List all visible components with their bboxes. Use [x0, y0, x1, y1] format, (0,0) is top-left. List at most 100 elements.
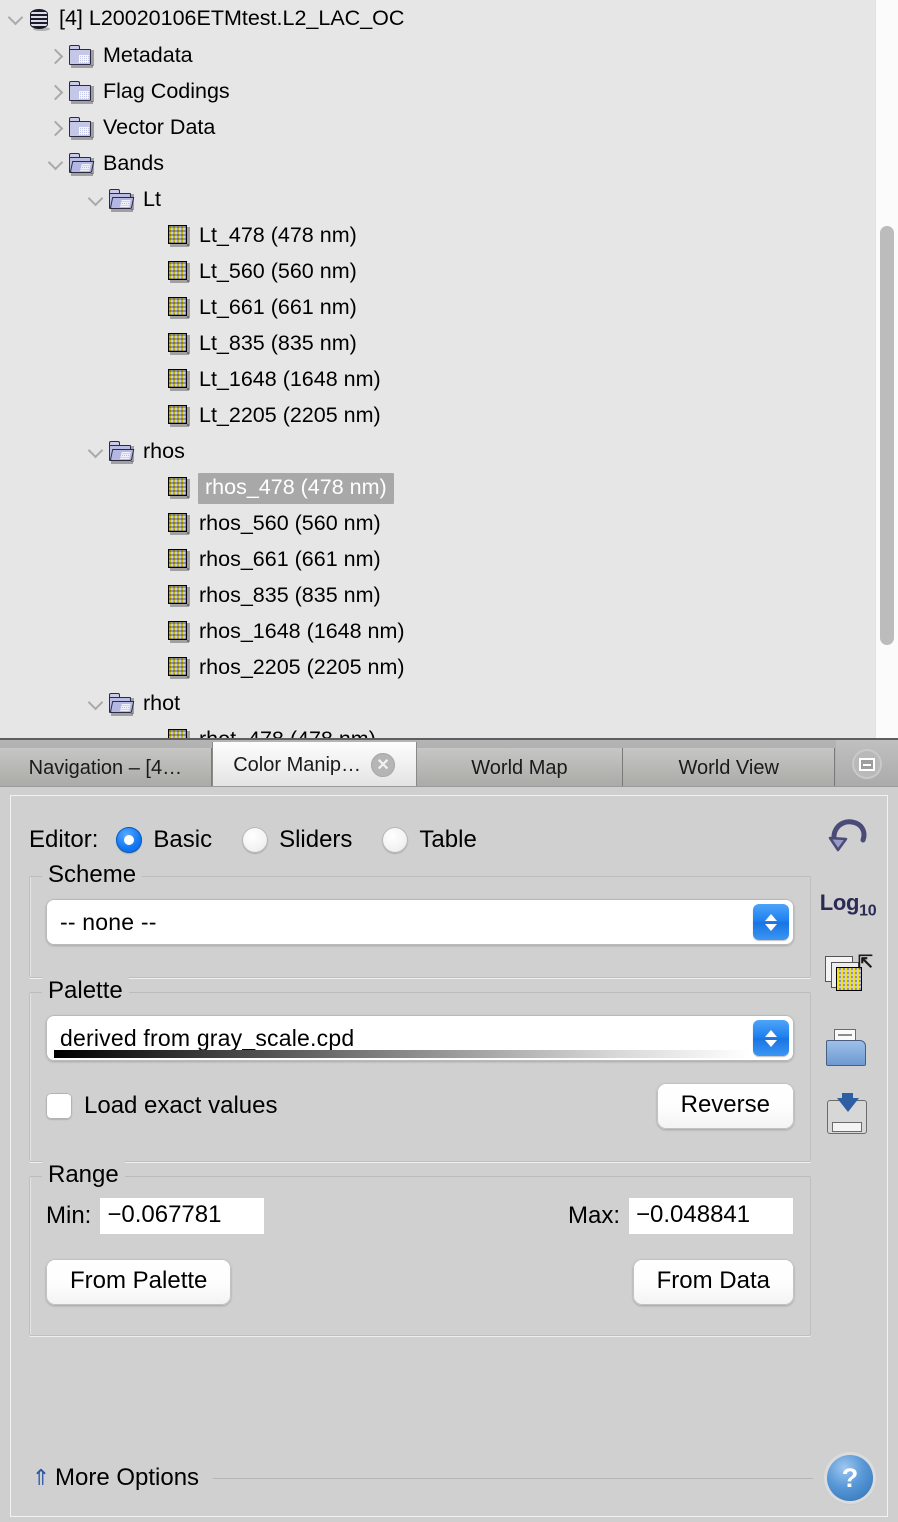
color-manipulation-panel: Editor: Basic Sliders Table	[0, 786, 898, 1522]
more-options-bar[interactable]: ⇑ More Options ?	[27, 1452, 873, 1504]
folder-open-icon	[108, 189, 134, 211]
tree-node-label: Lt_1648 (1648 nm)	[199, 366, 387, 395]
min-label: Min:	[46, 1202, 91, 1230]
band-raster-icon	[168, 585, 190, 607]
tree-row-vector-data[interactable]: Vector Data	[0, 110, 898, 146]
tree-row-bands[interactable]: Bands	[0, 146, 898, 182]
chevron-down-icon[interactable]	[46, 146, 68, 182]
radio-table[interactable]: Table	[382, 826, 476, 854]
chevron-updown-icon[interactable]	[753, 904, 789, 940]
database-icon	[28, 7, 50, 31]
scheme-combobox[interactable]: -- none --	[46, 899, 794, 945]
folder-open-icon	[108, 441, 134, 463]
log10-icon[interactable]: Log10	[821, 880, 875, 930]
max-input[interactable]: −0.048841	[628, 1197, 794, 1235]
tree-node-label: [4] L20020106ETMtest.L2_LAC_OC	[59, 5, 410, 34]
color-manipulation-inner: Editor: Basic Sliders Table	[10, 795, 888, 1517]
close-icon[interactable]: ✕	[371, 753, 395, 777]
tree-row-band-selected[interactable]: rhos_478 (478 nm)	[0, 470, 898, 506]
band-raster-icon	[168, 369, 190, 391]
tree-row-band[interactable]: Lt_661 (661 nm)	[0, 290, 898, 326]
tree-node-label: Lt_478 (478 nm)	[199, 222, 363, 251]
radio-table-indicator[interactable]	[382, 827, 408, 853]
band-raster-icon	[168, 297, 190, 319]
band-raster-icon	[168, 729, 190, 738]
scheme-value: -- none --	[46, 909, 157, 936]
band-raster-icon	[168, 657, 190, 679]
float-group-button[interactable]	[836, 740, 898, 788]
chevron-down-icon[interactable]	[86, 686, 108, 722]
load-exact-values-label: Load exact values	[84, 1092, 277, 1120]
radio-sliders-indicator[interactable]	[242, 827, 268, 853]
tree-row-band[interactable]: Lt_835 (835 nm)	[0, 326, 898, 362]
band-raster-icon	[168, 621, 190, 643]
tree-node-label: Lt_2205 (2205 nm)	[199, 402, 387, 431]
range-group-title: Range	[42, 1161, 125, 1189]
scheme-group-title: Scheme	[42, 861, 142, 889]
chevron-right-icon[interactable]	[46, 38, 68, 74]
min-input[interactable]: −0.067781	[99, 1197, 265, 1235]
tree-row-band[interactable]: Lt_1648 (1648 nm)	[0, 362, 898, 398]
tree-row-band[interactable]: rhos_2205 (2205 nm)	[0, 650, 898, 686]
radio-sliders[interactable]: Sliders	[242, 826, 352, 854]
reset-icon[interactable]	[821, 810, 875, 860]
tree-scrollbar-thumb[interactable]	[880, 226, 894, 645]
max-label: Max:	[568, 1202, 620, 1230]
from-data-button[interactable]: From Data	[633, 1259, 794, 1305]
reverse-button[interactable]: Reverse	[657, 1083, 794, 1129]
tree-row-band[interactable]: Lt_2205 (2205 nm)	[0, 398, 898, 434]
chevron-down-icon[interactable]	[86, 182, 108, 218]
color-manipulation-toolbar[interactable]: Log10 ⇱	[817, 810, 879, 1142]
tab-world-view[interactable]: World View	[623, 748, 835, 788]
chevron-right-icon[interactable]	[46, 74, 68, 110]
chevron-updown-icon[interactable]	[753, 1020, 789, 1056]
tree-row-rhot[interactable]: rhot	[0, 686, 898, 722]
tree-scrollbar[interactable]	[875, 0, 898, 738]
band-raster-icon	[168, 225, 190, 247]
tree-row-lt[interactable]: Lt	[0, 182, 898, 218]
chevron-down-icon[interactable]	[86, 434, 108, 470]
more-options-label: More Options	[55, 1464, 199, 1492]
range-group: Range Min: −0.067781 Max: −0.048841	[29, 1176, 811, 1336]
tree-row-root[interactable]: [4] L20020106ETMtest.L2_LAC_OC	[0, 0, 898, 38]
chevron-double-up-icon[interactable]: ⇑	[27, 1465, 55, 1491]
tree-node-label: rhos_2205 (2205 nm)	[199, 654, 411, 683]
export-palette-icon[interactable]	[821, 1092, 875, 1142]
tab-navigation[interactable]: Navigation – [4…	[0, 748, 212, 788]
load-exact-values-row[interactable]: Load exact values	[46, 1092, 277, 1120]
palette-group-title: Palette	[42, 977, 129, 1005]
tree-row-band[interactable]: rhot_478 (478 nm)	[0, 722, 898, 738]
tree-row-band[interactable]: rhos_560 (560 nm)	[0, 506, 898, 542]
tree-row-metadata[interactable]: Metadata	[0, 38, 898, 74]
import-palette-icon[interactable]	[821, 1026, 875, 1072]
tree-row-flag-codings[interactable]: Flag Codings	[0, 74, 898, 110]
tree-row-band[interactable]: rhos_661 (661 nm)	[0, 542, 898, 578]
from-palette-button[interactable]: From Palette	[46, 1259, 231, 1305]
tab-label: Color Manip…	[233, 754, 361, 777]
tree-node-label: Lt_835 (835 nm)	[199, 330, 363, 359]
chevron-right-icon[interactable]	[46, 110, 68, 146]
tab-world-map[interactable]: World Map	[417, 748, 624, 788]
tree-row-band[interactable]: Lt_560 (560 nm)	[0, 254, 898, 290]
radio-basic[interactable]: Basic	[116, 826, 212, 854]
tree-row-rhos[interactable]: rhos	[0, 434, 898, 470]
panel-tab-bar[interactable]: Navigation – [4… Color Manip… ✕ World Ma…	[0, 738, 898, 788]
tree-row-band[interactable]: rhos_835 (835 nm)	[0, 578, 898, 614]
min-field-row: Min: −0.067781	[46, 1197, 265, 1235]
band-raster-icon	[168, 549, 190, 571]
radio-basic-indicator[interactable]	[116, 827, 142, 853]
scheme-group: Scheme -- none --	[29, 876, 811, 978]
product-explorer-tree[interactable]: [4] L20020106ETMtest.L2_LAC_OC Metadata …	[0, 0, 898, 738]
palette-value: derived from gray_scale.cpd	[46, 1025, 354, 1052]
radio-table-label: Table	[419, 826, 476, 854]
tree-node-label: Flag Codings	[103, 78, 236, 107]
chevron-down-icon[interactable]	[6, 1, 28, 37]
radio-basic-label: Basic	[153, 826, 212, 854]
palette-combobox[interactable]: derived from gray_scale.cpd	[46, 1015, 794, 1061]
tree-row-band[interactable]: Lt_478 (478 nm)	[0, 218, 898, 254]
multi-apply-icon[interactable]: ⇱	[821, 950, 875, 1006]
help-button[interactable]: ?	[827, 1455, 873, 1501]
tree-row-band[interactable]: rhos_1648 (1648 nm)	[0, 614, 898, 650]
load-exact-values-checkbox[interactable]	[46, 1093, 72, 1119]
tab-color-manipulation[interactable]: Color Manip… ✕	[212, 742, 417, 788]
